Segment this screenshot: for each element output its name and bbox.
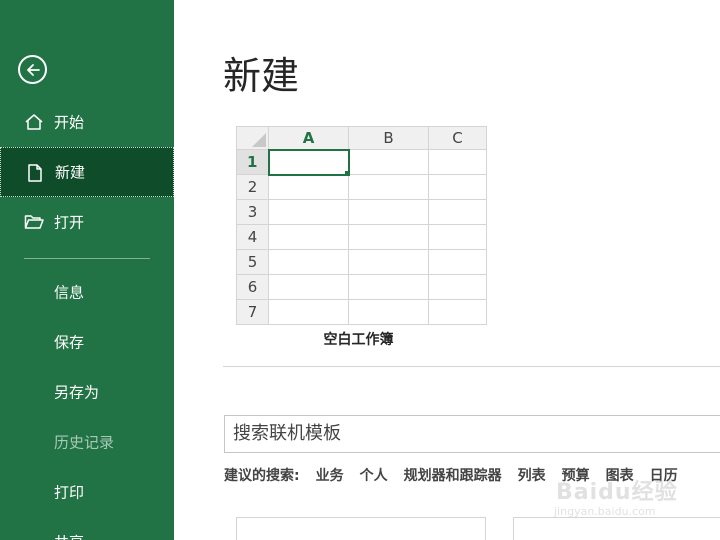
suggested-searches: 建议的搜索: 业务 个人 规划器和跟踪器 列表 预算 图表 日历 xyxy=(224,465,694,484)
row-header: 7 xyxy=(236,299,269,325)
page-title: 新建 xyxy=(223,54,300,98)
suggested-search-link[interactable]: 预算 xyxy=(562,465,590,484)
row-header: 3 xyxy=(236,199,269,225)
grid-cell xyxy=(348,274,429,300)
suggested-search-link[interactable]: 业务 xyxy=(316,465,344,484)
sidebar-item-label: 历史记录 xyxy=(54,433,115,452)
home-icon xyxy=(25,114,43,130)
template-thumbnail[interactable] xyxy=(513,517,720,540)
suggested-search-link[interactable]: 列表 xyxy=(518,465,546,484)
sidebar-item-label: 打印 xyxy=(54,483,85,502)
selected-cell xyxy=(267,148,350,176)
grid-cell xyxy=(268,249,349,275)
open-folder-icon xyxy=(24,215,44,229)
blank-workbook-template[interactable]: A B C 1 2 3 4 5 6 7 xyxy=(236,126,487,325)
grid-cell xyxy=(348,299,429,325)
grid-cell xyxy=(348,249,429,275)
back-arrow-icon xyxy=(26,63,40,76)
sidebar-item-share[interactable]: 共享 xyxy=(0,517,174,540)
grid-cell xyxy=(428,299,487,325)
grid-cell xyxy=(348,199,429,225)
template-search-input[interactable]: 搜索联机模板 xyxy=(224,415,720,453)
sidebar-item-label: 打开 xyxy=(54,213,85,232)
suggested-search-link[interactable]: 图表 xyxy=(606,465,634,484)
sidebar-item-print[interactable]: 打印 xyxy=(0,467,174,517)
sidebar-item-label: 保存 xyxy=(54,333,85,352)
grid-cell xyxy=(428,274,487,300)
suggested-search-link[interactable]: 日历 xyxy=(650,465,678,484)
row-header: 2 xyxy=(236,174,269,200)
back-button[interactable] xyxy=(18,55,47,84)
template-label: 空白工作簿 xyxy=(323,332,394,348)
grid-corner xyxy=(236,126,269,150)
grid-cell xyxy=(268,274,349,300)
grid-cell xyxy=(428,199,487,225)
sidebar-divider xyxy=(24,258,150,259)
section-divider xyxy=(223,366,720,367)
sidebar-item-save[interactable]: 保存 xyxy=(0,317,174,367)
template-grid-preview: A B C 1 2 3 4 5 6 7 xyxy=(236,126,487,325)
grid-cell xyxy=(268,224,349,250)
sidebar-item-history[interactable]: 历史记录 xyxy=(0,417,174,467)
row-header: 6 xyxy=(236,274,269,300)
sidebar-item-label: 信息 xyxy=(54,283,85,302)
grid-cell xyxy=(348,174,429,200)
sidebar-item-info[interactable]: 信息 xyxy=(0,267,174,317)
grid-cell xyxy=(268,299,349,325)
template-thumbnail[interactable] xyxy=(236,517,486,540)
row-header: 1 xyxy=(236,149,270,175)
new-file-icon xyxy=(28,164,42,182)
grid-cell xyxy=(268,174,349,200)
column-header: B xyxy=(348,126,429,150)
suggested-search-link[interactable]: 个人 xyxy=(360,465,388,484)
grid-cell xyxy=(428,249,487,275)
sidebar-item-save-as[interactable]: 另存为 xyxy=(0,367,174,417)
column-header: C xyxy=(428,126,487,150)
suggested-searches-heading: 建议的搜索: xyxy=(224,468,300,484)
grid-cell xyxy=(348,149,429,175)
sidebar-item-new[interactable]: 新建 xyxy=(0,147,174,197)
sidebar-item-home[interactable]: 开始 xyxy=(0,97,174,147)
sidebar-item-label: 共享 xyxy=(54,532,84,540)
backstage-sidebar: 开始 新建 打开 信息 保存 另存为 历史记录 打印 共享 xyxy=(0,0,174,540)
sidebar-item-label: 开始 xyxy=(54,113,85,132)
sidebar-item-open[interactable]: 打开 xyxy=(0,197,174,247)
grid-cell xyxy=(428,149,487,175)
grid-cell xyxy=(348,224,429,250)
grid-cell xyxy=(428,174,487,200)
sidebar-item-label: 另存为 xyxy=(54,383,100,402)
grid-cell xyxy=(428,224,487,250)
suggested-search-link[interactable]: 规划器和跟踪器 xyxy=(404,465,502,484)
sidebar-item-label: 新建 xyxy=(55,163,86,182)
row-header: 5 xyxy=(236,249,269,275)
grid-cell xyxy=(268,199,349,225)
column-header: A xyxy=(268,126,349,151)
row-header: 4 xyxy=(236,224,269,250)
